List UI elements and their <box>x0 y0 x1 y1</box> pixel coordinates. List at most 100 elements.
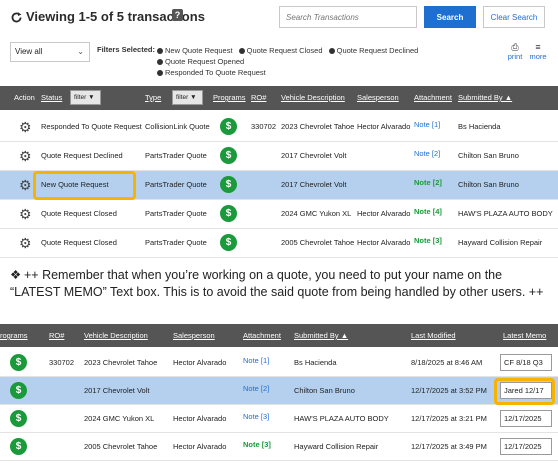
filter-chip[interactable]: Quote Request Declined <box>328 46 418 55</box>
memo-reminder-note: ❖ ++ Remember that when you’re working on… <box>10 267 550 301</box>
search-input[interactable] <box>279 6 417 28</box>
remove-filter-icon[interactable] <box>328 48 335 54</box>
col-status[interactable]: Status <box>41 93 62 102</box>
submitted-by-cell: Chilton San Bruno <box>458 151 519 160</box>
funnel-icon: ▼ <box>88 94 95 101</box>
submitted-by-cell: Bs Hacienda <box>294 358 337 367</box>
view-select[interactable]: View all ⌄ <box>10 42 90 62</box>
filter-chip-label: New Quote Request <box>165 46 233 55</box>
submitted-by-cell: Bs Hacienda <box>458 122 501 131</box>
latest-memo-input[interactable]: CF 8/18 Q3 <box>500 354 552 371</box>
program-dollar-icon[interactable]: $ <box>10 438 27 455</box>
latest-memo-input[interactable]: 12/17/2025 <box>500 438 552 455</box>
attachment-link[interactable]: Note [3] <box>243 440 271 449</box>
program-dollar-icon[interactable]: $ <box>10 382 27 399</box>
table-row[interactable]: ⚙ Quote Request Closed PartsTrader Quote… <box>0 229 558 258</box>
attachment-link[interactable]: Note [2] <box>414 178 442 187</box>
program-dollar-icon[interactable]: $ <box>220 118 237 135</box>
table-header: Action Status filter ▼ Type filter ▼ Pro… <box>0 86 558 110</box>
ro-cell: 330702 <box>49 358 75 367</box>
latest-memo-input[interactable]: 12/17/2025 <box>500 410 552 427</box>
filter-chip[interactable]: Quote Request Closed <box>238 46 323 55</box>
more-button[interactable]: ≡ more <box>527 42 549 61</box>
status-cell: Responded To Quote Request <box>41 122 142 131</box>
col-submitted-by[interactable]: Submitted By ▲ <box>458 93 512 102</box>
program-dollar-icon[interactable]: $ <box>10 410 27 427</box>
col-ro[interactable]: RO# <box>251 93 266 102</box>
col-salesperson[interactable]: Salesperson <box>357 93 399 102</box>
table-row-selected[interactable]: $ 2017 Chevrolet Volt Note [2] Chilton S… <box>0 377 558 405</box>
remove-filter-icon[interactable] <box>238 48 245 54</box>
header: Viewing 1-5 of 5 transactions ? Search C… <box>0 0 558 34</box>
ro-cell: 330702 <box>251 122 277 131</box>
attachment-link[interactable]: Note [2] <box>414 149 440 158</box>
filter-chip[interactable]: New Quote Request <box>157 46 233 55</box>
filter-chip[interactable]: Quote Request Opened <box>157 57 244 66</box>
more-label: more <box>529 52 547 61</box>
vehicle-cell: 2017 Chevrolet Volt <box>281 151 347 160</box>
print-button[interactable]: ⎙ print <box>505 42 525 61</box>
program-dollar-icon[interactable]: $ <box>10 354 27 371</box>
table-row[interactable]: $ 330702 2023 Chevrolet Tahoe Hector Alv… <box>0 349 558 377</box>
program-dollar-icon[interactable]: $ <box>220 147 237 164</box>
gear-icon[interactable]: ⚙ <box>19 120 32 134</box>
col-type[interactable]: Type <box>145 93 161 102</box>
type-filter-button[interactable]: filter ▼ <box>172 90 203 105</box>
gear-icon[interactable]: ⚙ <box>19 178 32 192</box>
status-cell: Quote Request Declined <box>41 151 123 160</box>
filters-list: New Quote Request Quote Request Closed Q… <box>157 45 497 78</box>
col-programs[interactable]: rograms <box>0 331 28 340</box>
attachment-link[interactable]: Note [3] <box>414 236 442 245</box>
col-ro[interactable]: RO# <box>49 331 64 340</box>
col-programs[interactable]: Programs <box>213 93 246 102</box>
gear-icon[interactable]: ⚙ <box>19 236 32 250</box>
last-modified-cell: 12/17/2025 at 3:21 PM <box>411 414 487 423</box>
col-last-modified[interactable]: Last Modified <box>411 331 456 340</box>
table-row[interactable]: ⚙ Responded To Quote Request CollisionLi… <box>0 113 558 142</box>
attachment-link[interactable]: Note [3] <box>243 412 269 421</box>
col-latest-memo[interactable]: Latest Memo <box>503 331 546 340</box>
attachment-link[interactable]: Note [2] <box>243 384 269 393</box>
submitted-by-cell: Hayward Collision Repair <box>294 442 379 451</box>
gear-icon[interactable]: ⚙ <box>19 207 32 221</box>
table-row[interactable]: $ 2005 Chevrolet Tahoe Hector Alvarado N… <box>0 433 558 461</box>
col-attachment[interactable]: Attachment <box>414 93 452 102</box>
attachment-link[interactable]: Note [1] <box>243 356 269 365</box>
type-cell: PartsTrader Quote <box>145 151 207 160</box>
salesperson-cell: Hector Alvarado <box>173 414 227 423</box>
program-dollar-icon[interactable]: $ <box>220 234 237 251</box>
vehicle-cell: 2024 GMC Yukon XL <box>281 209 352 218</box>
col-submitted-by[interactable]: Submitted By ▲ <box>294 331 348 340</box>
salesperson-cell: Hector Alvarado <box>357 238 411 247</box>
attachment-link[interactable]: Note [1] <box>414 120 440 129</box>
clear-search-button[interactable]: Clear Search <box>483 6 545 28</box>
help-icon[interactable]: ? <box>172 9 183 21</box>
remove-filter-icon[interactable] <box>157 59 163 65</box>
memo-highlight-box <box>494 378 555 405</box>
program-dollar-icon[interactable]: $ <box>220 205 237 222</box>
col-attachment[interactable]: Attachment <box>243 331 281 340</box>
program-dollar-icon[interactable]: $ <box>220 176 237 193</box>
salesperson-cell: Hector Alvarado <box>173 442 227 451</box>
search-button[interactable]: Search <box>424 6 476 28</box>
status-filter-button[interactable]: filter ▼ <box>70 90 101 105</box>
table-row[interactable]: ⚙ Quote Request Closed PartsTrader Quote… <box>0 200 558 229</box>
table-row[interactable]: ⚙ Quote Request Declined PartsTrader Quo… <box>0 142 558 171</box>
type-filter-label: filter <box>176 94 189 101</box>
chevron-down-icon: ⌄ <box>77 47 84 56</box>
attachment-link[interactable]: Note [4] <box>414 207 442 216</box>
gear-icon[interactable]: ⚙ <box>19 149 32 163</box>
table-header: rograms RO# Vehicle Description Salesper… <box>0 324 558 347</box>
filter-chip[interactable]: Responded To Quote Request <box>157 68 266 77</box>
col-vehicle[interactable]: Vehicle Description <box>84 331 148 340</box>
remove-filter-icon[interactable] <box>157 48 163 54</box>
refresh-icon[interactable] <box>10 11 23 24</box>
vehicle-cell: 2005 Chevrolet Tahoe <box>84 442 158 451</box>
table-row[interactable]: $ 2024 GMC Yukon XL Hector Alvarado Note… <box>0 405 558 433</box>
col-salesperson[interactable]: Salesperson <box>173 331 215 340</box>
remove-filter-icon[interactable] <box>157 70 163 76</box>
last-modified-cell: 12/17/2025 at 3:49 PM <box>411 442 487 451</box>
submitted-by-cell: HAW'S PLAZA AUTO BODY <box>294 414 389 423</box>
vehicle-cell: 2024 GMC Yukon XL <box>84 414 155 423</box>
col-vehicle[interactable]: Vehicle Description <box>281 93 345 102</box>
